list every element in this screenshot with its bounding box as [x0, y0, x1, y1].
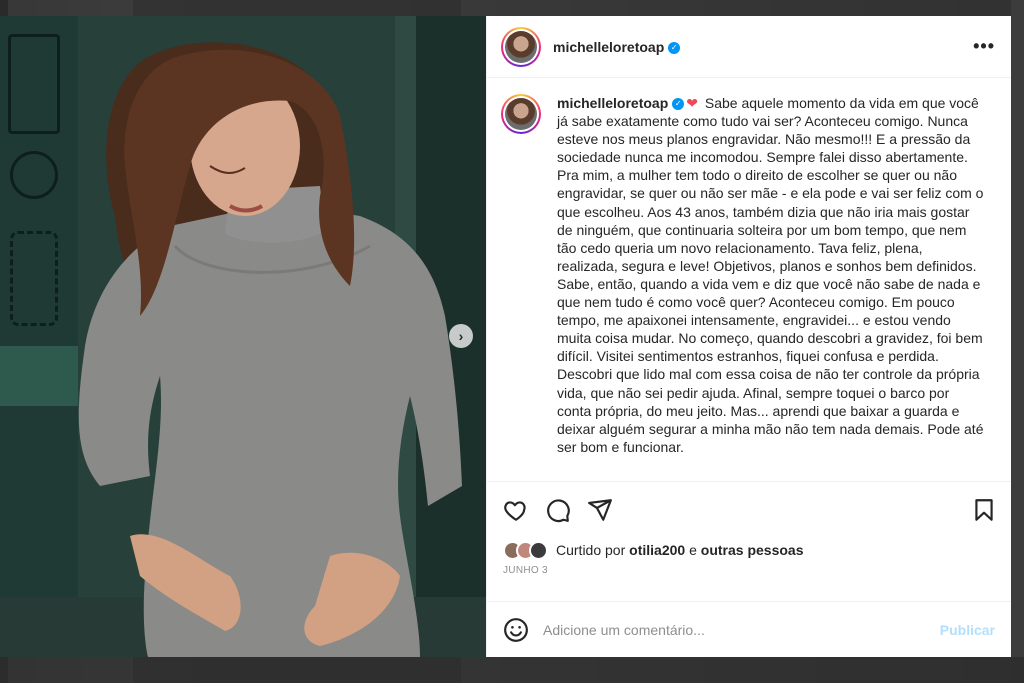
bookmark-icon[interactable] [971, 497, 997, 523]
share-icon[interactable] [587, 497, 613, 523]
caption-paragraph-2: Sabe, então, quando a vida vem e diz que… [557, 275, 984, 455]
author-username[interactable]: michelleloretoap ✓ [553, 39, 681, 55]
caption-author-username[interactable]: michelleloretoap [557, 95, 668, 111]
comment-input[interactable] [543, 621, 940, 638]
post-side-panel: michelleloretoap ✓ ••• michelleloretoap ✓ ❤… [486, 16, 1011, 657]
caption-paragraph-1: Sabe aquele momento da vida em que você … [557, 95, 984, 274]
likes-others-link[interactable]: outras pessoas [701, 542, 804, 558]
post-actions [487, 481, 1011, 537]
post-date[interactable]: JUNHO 3 [487, 563, 1011, 601]
post-photo [78, 42, 462, 657]
post-header: michelleloretoap ✓ ••• [487, 16, 1011, 78]
post-media[interactable]: › [0, 16, 486, 657]
likers-avatars[interactable] [503, 540, 548, 560]
emoji-icon[interactable] [503, 617, 529, 643]
caption-area[interactable]: michelleloretoap ✓ ❤ Sabe aquele momento d… [487, 78, 1011, 481]
heart-icon[interactable] [503, 497, 529, 523]
more-options-icon[interactable]: ••• [973, 36, 995, 57]
likes-conj: e [689, 542, 697, 558]
caption-text: michelleloretoap ✓ ❤ Sabe aquele momento d… [557, 94, 987, 456]
caption-author-avatar[interactable] [501, 94, 541, 134]
likes-summary: Curtido por otilia200 e outras pessoas [487, 537, 1011, 563]
verified-badge-icon: ✓ [668, 41, 681, 54]
post-dialog: › michelleloretoap ✓ ••• michelleloretoap… [0, 16, 1011, 657]
next-media-button[interactable]: › [449, 324, 473, 348]
caption-heart-emoji: ❤ [686, 95, 698, 111]
comment-icon[interactable] [545, 497, 571, 523]
likes-user-link[interactable]: otilia200 [629, 542, 685, 558]
likes-prefix: Curtido por [556, 542, 626, 558]
author-username-text[interactable]: michelleloretoap [553, 39, 664, 55]
caption-verified-badge-icon: ✓ [672, 98, 685, 111]
author-avatar[interactable] [501, 26, 541, 67]
publish-button[interactable]: Publicar [940, 622, 995, 638]
comment-bar: Publicar [487, 601, 1011, 657]
